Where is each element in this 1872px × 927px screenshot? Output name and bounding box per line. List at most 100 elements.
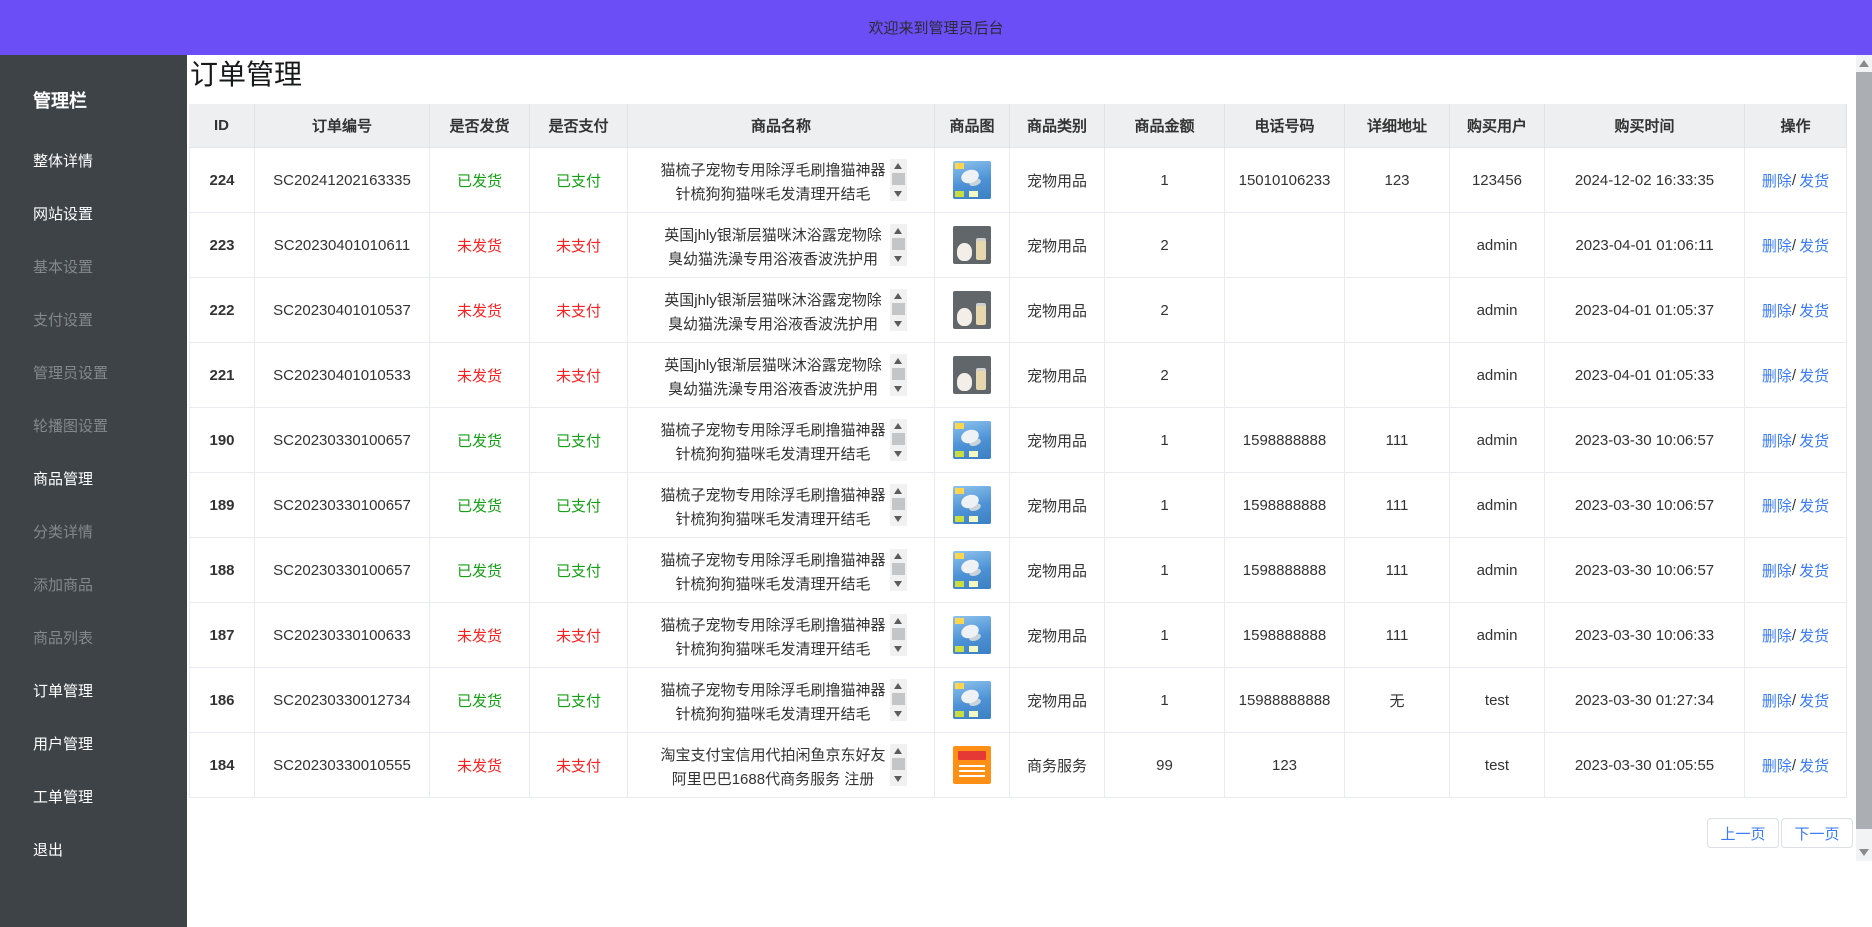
product-name-textarea[interactable]: 猫梳子宠物专用除浮毛刷撸猫神器针梳狗狗猫咪毛发清理开结毛 bbox=[655, 159, 907, 201]
next-page-button[interactable]: 下一页 bbox=[1781, 818, 1853, 848]
textarea-scrollbar[interactable] bbox=[890, 224, 907, 266]
sidebar-item[interactable]: 分类详情 bbox=[0, 506, 187, 559]
scrollbar-thumb[interactable] bbox=[892, 238, 905, 250]
scrollbar-down-arrow-icon[interactable] bbox=[1859, 849, 1869, 856]
delete-link[interactable]: 删除 bbox=[1762, 690, 1792, 711]
scroll-down-icon[interactable] bbox=[894, 581, 902, 587]
ship-link[interactable]: 发货 bbox=[1799, 495, 1829, 516]
cell-purchase-time: 2023-04-01 01:05:37 bbox=[1545, 278, 1745, 343]
ship-link[interactable]: 发货 bbox=[1799, 170, 1829, 191]
scrollbar-thumb[interactable] bbox=[892, 368, 905, 380]
scroll-up-icon[interactable] bbox=[894, 423, 902, 429]
ship-link[interactable]: 发货 bbox=[1799, 430, 1829, 451]
delete-link[interactable]: 删除 bbox=[1762, 560, 1792, 581]
delete-link[interactable]: 删除 bbox=[1762, 755, 1792, 776]
delete-link[interactable]: 删除 bbox=[1762, 430, 1792, 451]
cell-order-number: SC20241202163335 bbox=[255, 148, 430, 213]
scroll-up-icon[interactable] bbox=[894, 683, 902, 689]
scroll-up-icon[interactable] bbox=[894, 358, 902, 364]
product-name-textarea[interactable]: 猫梳子宠物专用除浮毛刷撸猫神器针梳狗狗猫咪毛发清理开结毛 bbox=[655, 679, 907, 721]
cell-buyer: 123456 bbox=[1450, 148, 1545, 213]
scroll-down-icon[interactable] bbox=[894, 516, 902, 522]
sidebar-item[interactable]: 用户管理 bbox=[0, 718, 187, 771]
scrollbar-thumb[interactable] bbox=[892, 433, 905, 445]
delete-link[interactable]: 删除 bbox=[1762, 300, 1792, 321]
textarea-scrollbar[interactable] bbox=[890, 679, 907, 721]
page-scrollbar-thumb[interactable] bbox=[1856, 72, 1872, 829]
textarea-scrollbar[interactable] bbox=[890, 354, 907, 396]
textarea-scrollbar[interactable] bbox=[890, 744, 907, 786]
scrollbar-thumb[interactable] bbox=[892, 303, 905, 315]
scrollbar-thumb[interactable] bbox=[892, 173, 905, 185]
scroll-up-icon[interactable] bbox=[894, 293, 902, 299]
sidebar-item[interactable]: 轮播图设置 bbox=[0, 400, 187, 453]
sidebar-item[interactable]: 网站设置 bbox=[0, 188, 187, 241]
sidebar-item[interactable]: 订单管理 bbox=[0, 665, 187, 718]
sidebar-item[interactable]: 添加商品 bbox=[0, 559, 187, 612]
delete-link[interactable]: 删除 bbox=[1762, 365, 1792, 386]
scroll-down-icon[interactable] bbox=[894, 321, 902, 327]
delete-link[interactable]: 删除 bbox=[1762, 495, 1792, 516]
scrollbar-thumb[interactable] bbox=[892, 628, 905, 640]
textarea-scrollbar[interactable] bbox=[890, 549, 907, 591]
scrollbar-thumb[interactable] bbox=[892, 563, 905, 575]
sidebar-item[interactable]: 商品列表 bbox=[0, 612, 187, 665]
sidebar-item[interactable]: 支付设置 bbox=[0, 294, 187, 347]
scroll-up-icon[interactable] bbox=[894, 163, 902, 169]
ship-link[interactable]: 发货 bbox=[1799, 235, 1829, 256]
scroll-down-icon[interactable] bbox=[894, 386, 902, 392]
ship-link[interactable]: 发货 bbox=[1799, 365, 1829, 386]
cell-address: 123 bbox=[1345, 148, 1450, 213]
ship-link[interactable]: 发货 bbox=[1799, 690, 1829, 711]
textarea-scrollbar[interactable] bbox=[890, 484, 907, 526]
scroll-up-icon[interactable] bbox=[894, 618, 902, 624]
cell-product-name: 英国jhly银渐层猫咪沐浴露宠物除臭幼猫洗澡专用浴液香波洗护用 bbox=[628, 343, 935, 408]
prev-page-button[interactable]: 上一页 bbox=[1707, 818, 1779, 848]
product-image bbox=[953, 551, 991, 589]
cell-phone: 1598888888 bbox=[1225, 473, 1345, 538]
scroll-down-icon[interactable] bbox=[894, 191, 902, 197]
sidebar-item[interactable]: 整体详情 bbox=[0, 135, 187, 188]
sidebar-item[interactable]: 工单管理 bbox=[0, 771, 187, 824]
ship-link[interactable]: 发货 bbox=[1799, 560, 1829, 581]
sidebar-item[interactable]: 基本设置 bbox=[0, 241, 187, 294]
scroll-down-icon[interactable] bbox=[894, 451, 902, 457]
scroll-down-icon[interactable] bbox=[894, 646, 902, 652]
scroll-up-icon[interactable] bbox=[894, 488, 902, 494]
textarea-scrollbar[interactable] bbox=[890, 159, 907, 201]
delete-link[interactable]: 删除 bbox=[1762, 625, 1792, 646]
ship-link[interactable]: 发货 bbox=[1799, 300, 1829, 321]
sidebar-item[interactable]: 商品管理 bbox=[0, 453, 187, 506]
scroll-up-icon[interactable] bbox=[894, 228, 902, 234]
cell-ship-status: 已发货 bbox=[430, 668, 530, 733]
product-name-textarea[interactable]: 英国jhly银渐层猫咪沐浴露宠物除臭幼猫洗澡专用浴液香波洗护用 bbox=[655, 354, 907, 396]
ship-link[interactable]: 发货 bbox=[1799, 625, 1829, 646]
scrollbar-thumb[interactable] bbox=[892, 758, 905, 770]
scroll-down-icon[interactable] bbox=[894, 711, 902, 717]
product-name-textarea[interactable]: 猫梳子宠物专用除浮毛刷撸猫神器针梳狗狗猫咪毛发清理开结毛 bbox=[655, 614, 907, 656]
delete-link[interactable]: 删除 bbox=[1762, 170, 1792, 191]
scroll-up-icon[interactable] bbox=[894, 553, 902, 559]
textarea-scrollbar[interactable] bbox=[890, 419, 907, 461]
product-name-textarea[interactable]: 猫梳子宠物专用除浮毛刷撸猫神器针梳狗狗猫咪毛发清理开结毛 bbox=[655, 549, 907, 591]
textarea-scrollbar[interactable] bbox=[890, 614, 907, 656]
ship-link[interactable]: 发货 bbox=[1799, 755, 1829, 776]
scroll-down-icon[interactable] bbox=[894, 776, 902, 782]
product-name-textarea[interactable]: 英国jhly银渐层猫咪沐浴露宠物除臭幼猫洗澡专用浴液香波洗护用 bbox=[655, 289, 907, 331]
textarea-scrollbar[interactable] bbox=[890, 289, 907, 331]
delete-link[interactable]: 删除 bbox=[1762, 235, 1792, 256]
sidebar-item[interactable]: 管理员设置 bbox=[0, 347, 187, 400]
scrollbar-up-arrow-icon[interactable] bbox=[1859, 60, 1869, 67]
cell-order-number: SC20230330012734 bbox=[255, 668, 430, 733]
page-scrollbar[interactable] bbox=[1856, 55, 1872, 861]
scroll-down-icon[interactable] bbox=[894, 256, 902, 262]
cell-actions: 删除/发货 bbox=[1745, 148, 1847, 213]
scroll-up-icon[interactable] bbox=[894, 748, 902, 754]
product-name-textarea[interactable]: 猫梳子宠物专用除浮毛刷撸猫神器针梳狗狗猫咪毛发清理开结毛 bbox=[655, 484, 907, 526]
product-name-textarea[interactable]: 英国jhly银渐层猫咪沐浴露宠物除臭幼猫洗澡专用浴液香波洗护用 bbox=[655, 224, 907, 266]
scrollbar-thumb[interactable] bbox=[892, 693, 905, 705]
sidebar-item[interactable]: 退出 bbox=[0, 824, 187, 877]
product-name-textarea[interactable]: 猫梳子宠物专用除浮毛刷撸猫神器针梳狗狗猫咪毛发清理开结毛 bbox=[655, 419, 907, 461]
scrollbar-thumb[interactable] bbox=[892, 498, 905, 510]
product-name-textarea[interactable]: 淘宝支付宝信用代拍闲鱼京东好友阿里巴巴1688代商务服务 注册 bbox=[655, 744, 907, 786]
